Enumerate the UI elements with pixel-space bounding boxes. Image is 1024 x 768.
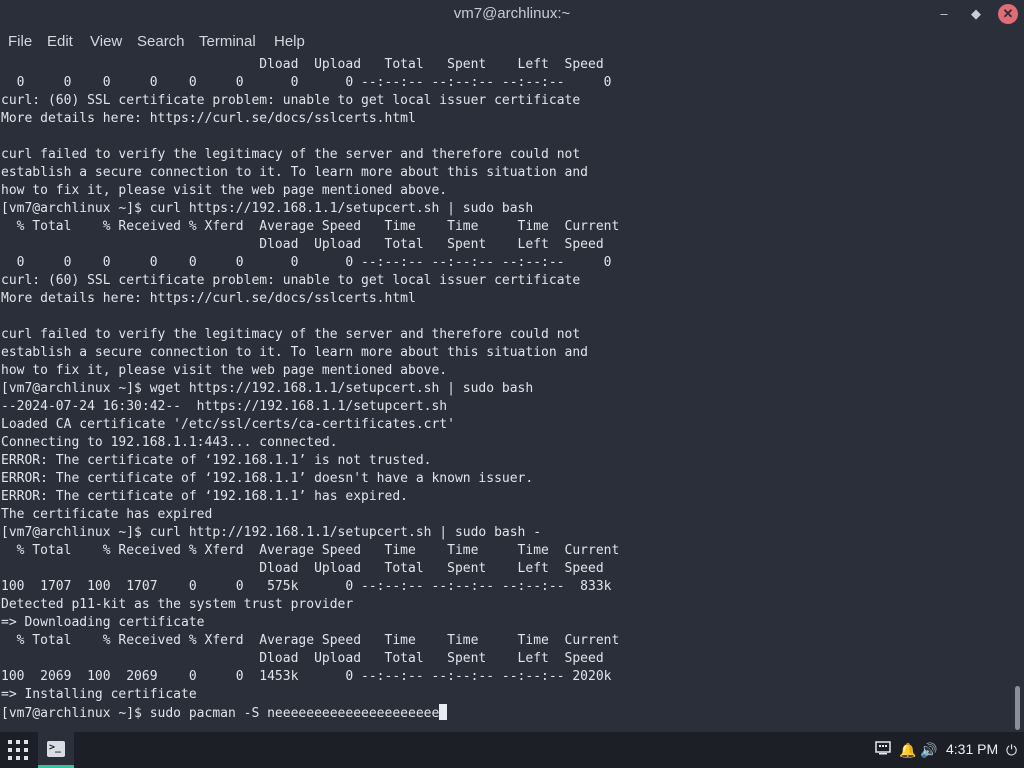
terminal-line: ERROR: The certificate of ‘192.168.1.1’ … <box>1 453 432 468</box>
terminal-line: 0 0 0 0 0 0 0 0 --:--:-- --:--:-- --:--:… <box>1 255 612 270</box>
terminal-line: % Total % Received % Xferd Average Speed… <box>1 543 620 558</box>
terminal-line: 0 0 0 0 0 0 0 0 --:--:-- --:--:-- --:--:… <box>1 75 612 90</box>
terminal-line: curl: (60) SSL certificate problem: unab… <box>1 93 581 108</box>
terminal-line: More details here: https://curl.se/docs/… <box>1 291 416 306</box>
terminal-prompt-line[interactable]: [vm7@archlinux ~]$ sudo pacman -S neeeee… <box>1 704 619 722</box>
bell-icon[interactable]: 🔔 <box>899 741 917 759</box>
terminal-lines: Dload Upload Total Spent Left Speed 0 0 … <box>1 56 619 722</box>
terminal-line: establish a secure connection to it. To … <box>1 165 588 180</box>
scrollbar[interactable] <box>1012 56 1024 732</box>
terminal-line: 100 1707 100 1707 0 0 575k 0 --:--:-- --… <box>1 579 612 594</box>
volume-icon[interactable]: 🔊 <box>920 741 938 759</box>
terminal-line: ERROR: The certificate of ‘192.168.1.1’ … <box>1 471 534 486</box>
terminal-line: % Total % Received % Xferd Average Speed… <box>1 633 620 648</box>
terminal-line: curl: (60) SSL certificate problem: unab… <box>1 273 581 288</box>
terminal-line: --2024-07-24 16:30:42-- https://192.168.… <box>1 399 448 414</box>
terminal-line: [vm7@archlinux ~]$ wget https://192.168.… <box>1 381 534 396</box>
taskbar-terminal-button[interactable]: >_ <box>38 732 74 768</box>
menu-search[interactable]: Search <box>137 33 185 50</box>
terminal-line: Dload Upload Total Spent Left Speed <box>1 57 604 72</box>
terminal-line: Dload Upload Total Spent Left Speed <box>1 237 604 252</box>
menu-help[interactable]: Help <box>274 33 305 50</box>
terminal-line: Loaded CA certificate '/etc/ssl/certs/ca… <box>1 417 455 432</box>
terminal-line: => Installing certificate <box>1 687 197 702</box>
network-icon[interactable] <box>874 741 892 759</box>
title-bar: vm7@archlinux:~ – ◆ ✕ <box>0 0 1024 28</box>
menu-file[interactable]: File <box>8 33 32 50</box>
taskbar: >_ 🔔 🔊 4:31 PM ⏻ <box>0 732 1024 768</box>
terminal-line: More details here: https://curl.se/docs/… <box>1 111 416 126</box>
menu-terminal[interactable]: Terminal <box>199 33 256 50</box>
minimize-icon[interactable]: – <box>934 4 954 24</box>
clock[interactable]: 4:31 PM <box>946 741 998 757</box>
terminal-line: establish a secure connection to it. To … <box>1 345 588 360</box>
menu-edit[interactable]: Edit <box>47 33 73 50</box>
terminal-line: ERROR: The certificate of ‘192.168.1.1’ … <box>1 489 408 504</box>
terminal-line: Connecting to 192.168.1.1:443... connect… <box>1 435 338 450</box>
terminal-line: 100 2069 100 2069 0 0 1453k 0 --:--:-- -… <box>1 669 612 684</box>
terminal-line: Detected p11-kit as the system trust pro… <box>1 597 354 612</box>
terminal-line: how to fix it, please visit the web page… <box>1 363 448 378</box>
scrollbar-thumb[interactable] <box>1015 686 1020 730</box>
terminal-line: how to fix it, please visit the web page… <box>1 183 448 198</box>
terminal-line: [vm7@archlinux ~]$ curl https://192.168.… <box>1 201 534 216</box>
terminal-line: The certificate has expired <box>1 507 213 522</box>
terminal-line: Dload Upload Total Spent Left Speed <box>1 651 604 666</box>
terminal-line: curl failed to verify the legitimacy of … <box>1 327 581 342</box>
terminal-line: Dload Upload Total Spent Left Speed <box>1 561 604 576</box>
terminal-line: curl failed to verify the legitimacy of … <box>1 147 581 162</box>
terminal-line: % Total % Received % Xferd Average Speed… <box>1 219 620 234</box>
menu-view[interactable]: View <box>90 33 122 50</box>
terminal-output[interactable]: Dload Upload Total Spent Left Speed 0 0 … <box>0 56 1012 732</box>
terminal-line: => Downloading certificate <box>1 615 205 630</box>
close-icon[interactable]: ✕ <box>998 4 1018 24</box>
terminal-input[interactable]: [vm7@archlinux ~]$ sudo pacman -S neeeee… <box>1 706 439 721</box>
window-title: vm7@archlinux:~ <box>453 5 571 22</box>
maximize-icon[interactable]: ◆ <box>966 4 986 24</box>
terminal-line: [vm7@archlinux ~]$ curl http://192.168.1… <box>1 525 542 540</box>
text-cursor <box>439 704 448 720</box>
power-icon[interactable]: ⏻ <box>1006 741 1022 759</box>
terminal-icon: >_ <box>47 741 65 757</box>
app-grid-icon[interactable] <box>8 740 28 760</box>
menu-bar: File Edit View Search Terminal Help <box>0 28 1024 55</box>
